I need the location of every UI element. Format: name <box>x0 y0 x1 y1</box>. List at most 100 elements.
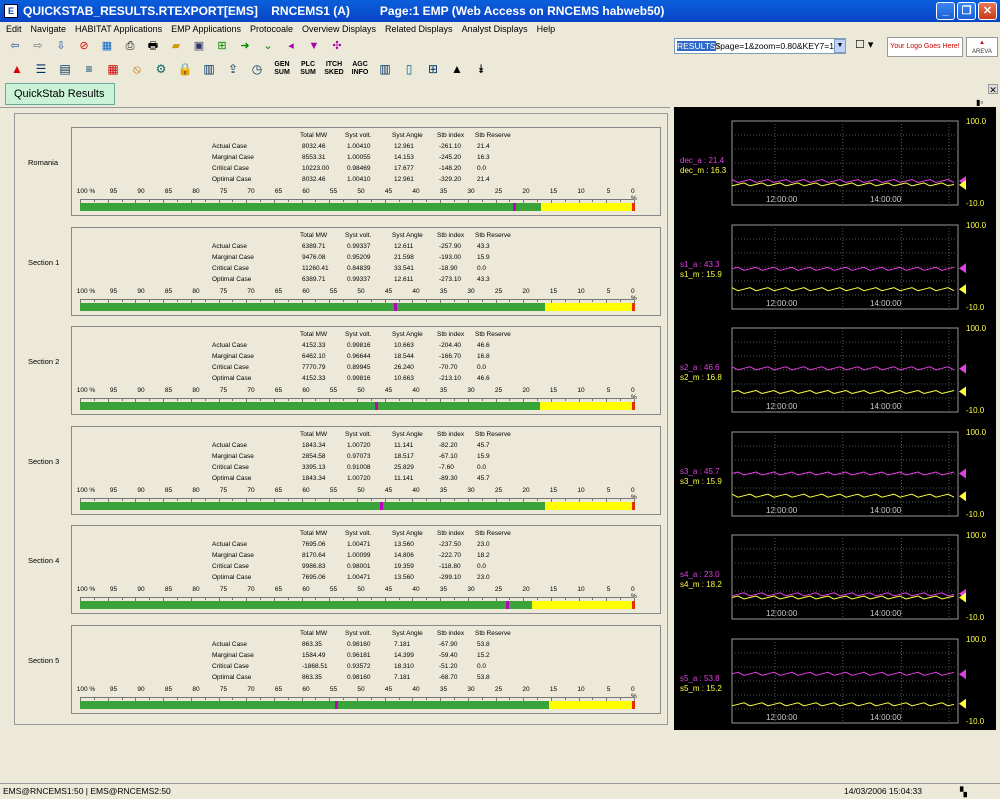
sum-label: SUM <box>274 69 290 76</box>
url-dropdown-icon[interactable]: ▼ <box>834 39 846 53</box>
scale-label: 60 <box>302 486 310 494</box>
view-menu-icon[interactable]: ☐ ▾ <box>855 38 883 54</box>
gen-sum-button[interactable]: GEN SUM <box>272 61 292 77</box>
menu-overview-displays[interactable]: Overview Displays <box>302 24 376 34</box>
marginal-marker <box>505 601 509 609</box>
chevron-left-icon[interactable]: ◂ <box>284 39 298 53</box>
stability-bar <box>80 501 635 510</box>
table-header: Total MW Syst volt. Syst Angle Stb index Stb… <box>212 232 512 243</box>
arrow-right-icon[interactable]: ➜ <box>238 39 252 53</box>
scale-tick <box>509 498 511 501</box>
table-cell: 7695.06 <box>302 541 326 548</box>
clock-icon[interactable]: ◷ <box>248 60 266 78</box>
agc-info-button[interactable]: AGC INFO <box>350 61 370 77</box>
table-cell: 0.0 <box>477 264 487 272</box>
bars-icon[interactable]: ≡ <box>80 60 98 78</box>
scale-tick <box>509 399 511 401</box>
table-cell: -245.20 <box>439 154 462 161</box>
upload-icon[interactable]: ⇪ <box>224 60 242 78</box>
page-up-icon[interactable]: ▲ <box>448 60 466 78</box>
scale-tick <box>176 498 178 501</box>
chevron-down-icon[interactable]: ⌄ <box>261 39 275 53</box>
print-icon[interactable]: 🖶 <box>146 39 160 53</box>
itch-sked-button[interactable]: ITCH SKED <box>324 61 344 77</box>
trend-options-icon[interactable]: ▮▫ <box>976 98 983 107</box>
plc-sum-button[interactable]: PLC SUM <box>298 61 318 77</box>
tab-quickstab-results[interactable]: QuickStab Results <box>5 83 115 105</box>
scale-tick <box>564 399 566 401</box>
save-icon[interactable]: ▣ <box>192 39 206 53</box>
scale-label: 50 <box>357 685 365 693</box>
scale-tick <box>93 299 95 302</box>
column-header: Stb index <box>437 530 465 537</box>
menu-protocoale[interactable]: Protocoale <box>250 24 293 34</box>
filter-icon[interactable]: ▼ <box>307 39 321 53</box>
section-box: Total MW Syst volt. Syst Angle Stb index Stb… <box>71 624 661 714</box>
scale-tick <box>537 399 539 401</box>
scale-label: 60 <box>302 287 310 295</box>
table-row: Actual Case 1843.34 1.00720 11.141 -82.20 45.… <box>212 442 512 453</box>
stability-bar <box>80 402 635 410</box>
calendar-icon[interactable]: ▦ <box>104 60 122 78</box>
scale-tick <box>149 697 151 700</box>
scale-tick <box>481 299 483 302</box>
print-preview-icon[interactable]: ⎙ <box>123 39 137 53</box>
url-combo[interactable]: RESULTS$page=1&zoom=0.80&KEY7=1 <box>674 38 846 54</box>
gear-icon[interactable]: ⚙ <box>152 60 170 78</box>
menu-edit[interactable]: Edit <box>6 24 22 34</box>
section-box: Total MW Syst volt. Syst Angle Stb index Stb… <box>71 425 661 515</box>
forward-icon[interactable]: ⇨ <box>31 39 45 53</box>
no-entry-icon[interactable]: ⦸ <box>128 60 146 78</box>
table-cell: 0.93572 <box>347 662 371 670</box>
back-icon[interactable]: ⇦ <box>8 39 22 53</box>
menu-analyst-displays[interactable]: Analyst Displays <box>462 24 528 34</box>
close-button[interactable]: ✕ <box>978 2 997 20</box>
column-header: Stb index <box>437 331 465 338</box>
trend-close-icon[interactable]: ✕ <box>988 84 998 95</box>
down-arrow-icon[interactable]: ⇩ <box>54 39 68 53</box>
table-cell: 11.141 <box>394 441 414 449</box>
open-folder-icon[interactable]: ▰ <box>169 39 183 53</box>
table-row: Marginal Case 8553.31 1.00055 14.153 -245.20… <box>212 154 512 165</box>
sparkle-icon[interactable]: ✣ <box>330 39 344 53</box>
maximize-button[interactable]: ❐ <box>957 2 976 20</box>
stop-icon[interactable]: ⊘ <box>77 39 91 53</box>
table-cell: 863.35 <box>302 673 322 681</box>
column-header: Stb Reserve <box>475 430 511 438</box>
scale-label: 90 <box>137 685 145 693</box>
table-cell: 8032.46 <box>302 176 326 183</box>
stability-fill <box>80 203 541 211</box>
document-icon[interactable]: ▥ <box>200 60 218 78</box>
table-cell: 26.240 <box>394 364 414 371</box>
scale-tick <box>232 498 234 501</box>
series-a-label: s1_a : 43.3 <box>680 259 720 269</box>
tree-icon[interactable]: ⊞ <box>215 39 229 53</box>
menu-related-displays[interactable]: Related Displays <box>385 24 453 34</box>
scale-tick <box>453 299 455 302</box>
alarm-icon[interactable]: ▲ <box>8 60 26 78</box>
menu-navigate[interactable]: Navigate <box>31 24 67 34</box>
stability-bar <box>80 700 635 709</box>
x-tick-label: 14:00:00 <box>870 609 902 618</box>
menu-help[interactable]: Help <box>537 24 556 34</box>
series-m-label: s4_m : 18.2 <box>680 580 722 589</box>
book-icon[interactable]: ▯ <box>400 60 418 78</box>
bar-chart-icon[interactable]: ▥ <box>376 60 394 78</box>
scale-tick <box>509 299 511 302</box>
menu-emp-applications[interactable]: EMP Applications <box>171 24 241 34</box>
network-icon[interactable]: ⊞ <box>424 60 442 78</box>
page-down-icon[interactable]: ⯯ <box>472 60 490 78</box>
scale-tick <box>592 399 594 401</box>
table-cell: -299.10 <box>439 574 462 581</box>
scale-tick <box>93 399 95 401</box>
menu-habitat-applications[interactable]: HABITAT Applications <box>75 24 162 34</box>
scale-label: 65 <box>274 287 283 295</box>
tabular-icon[interactable]: ▤ <box>56 60 74 78</box>
minimize-button[interactable]: _ <box>936 2 955 20</box>
scale-tick <box>176 299 178 302</box>
marginal-marker <box>335 700 339 709</box>
scale-tick <box>287 399 289 401</box>
display-grid-icon[interactable]: ▦ <box>100 39 114 53</box>
list-icon[interactable]: ☰ <box>32 60 50 78</box>
lock-icon[interactable]: 🔒 <box>176 60 194 78</box>
